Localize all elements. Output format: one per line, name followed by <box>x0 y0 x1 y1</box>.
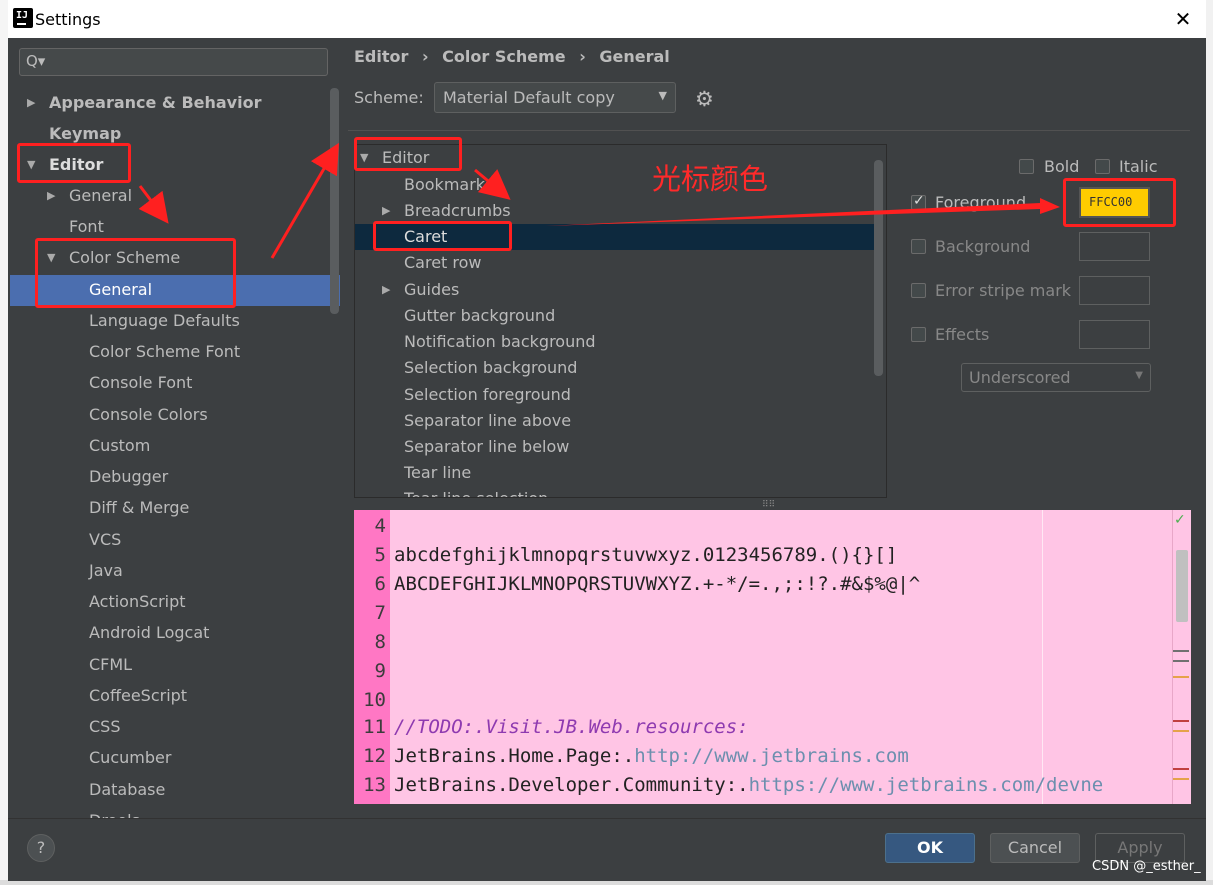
annotation-arrow <box>474 168 511 200</box>
annotation-arrow <box>545 198 1060 226</box>
annotation-arrow <box>138 185 169 224</box>
annotation-arrows <box>138 142 1060 259</box>
annotation-arrow <box>270 142 340 259</box>
